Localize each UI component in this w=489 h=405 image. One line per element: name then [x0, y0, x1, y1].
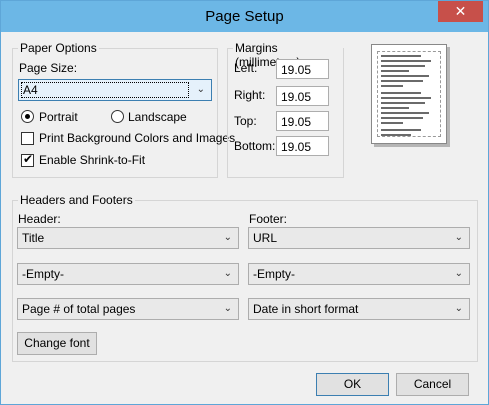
preview-text-line — [381, 92, 421, 94]
margin-left-label: Left: — [234, 61, 258, 75]
shrink-to-fit-checkbox[interactable]: ✔ — [21, 152, 34, 167]
footer-2-value: -Empty- — [253, 267, 295, 281]
preview-text-line — [381, 122, 403, 124]
radio-selected-dot — [25, 114, 30, 119]
chevron-down-icon: ⌄ — [454, 268, 463, 279]
headers-footers-label: Headers and Footers — [18, 193, 135, 207]
margin-bottom-input[interactable]: 19.05 — [276, 136, 329, 156]
page-size-select[interactable]: A4 ⌄ — [18, 79, 212, 101]
page-preview — [371, 44, 447, 144]
preview-text-line — [381, 60, 431, 62]
header-label: Header: — [18, 212, 61, 226]
ok-button[interactable]: OK — [316, 373, 389, 396]
page-size-label: Page Size: — [19, 61, 78, 75]
chevron-down-icon: ⌄ — [223, 303, 232, 314]
preview-text-line — [381, 134, 411, 136]
footer-select-1[interactable]: URL ⌄ — [248, 227, 470, 249]
print-background-label[interactable]: Print Background Colors and Images — [39, 131, 235, 145]
header-select-1[interactable]: Title ⌄ — [17, 227, 239, 249]
paper-options-label: Paper Options — [18, 41, 99, 55]
footer-3-value: Date in short format — [253, 302, 359, 316]
margin-top-label: Top: — [234, 114, 257, 128]
dialog-title: Page Setup — [205, 8, 284, 25]
chevron-down-icon: ⌄ — [454, 303, 463, 314]
preview-text-line — [381, 112, 429, 114]
margin-right-label: Right: — [234, 88, 266, 102]
title-bar: Page Setup ✕ — [1, 1, 488, 32]
change-font-button[interactable]: Change font — [17, 332, 97, 355]
chevron-down-icon: ⌄ — [454, 232, 463, 243]
shrink-to-fit-label[interactable]: Enable Shrink-to-Fit — [39, 153, 145, 167]
preview-text-line — [381, 97, 431, 99]
margin-left-input[interactable]: 19.05 — [276, 59, 329, 79]
margin-right-input[interactable]: 19.05 — [276, 86, 329, 106]
portrait-label[interactable]: Portrait — [39, 110, 78, 124]
preview-text-line — [381, 80, 423, 82]
footer-1-value: URL — [253, 231, 278, 245]
landscape-radio[interactable] — [111, 110, 124, 123]
portrait-radio[interactable] — [21, 110, 34, 123]
checkmark-icon: ✔ — [23, 152, 34, 166]
preview-text-line — [381, 107, 409, 109]
close-button[interactable]: ✕ — [438, 1, 483, 22]
preview-text-line — [381, 55, 421, 57]
page-setup-dialog: Page Setup ✕ Paper Options Page Size: A4… — [0, 0, 489, 405]
footer-select-3[interactable]: Date in short format ⌄ — [248, 298, 470, 320]
header-select-2[interactable]: -Empty- ⌄ — [17, 263, 239, 285]
chevron-down-icon: ⌄ — [223, 232, 232, 243]
landscape-label[interactable]: Landscape — [128, 110, 187, 124]
preview-text-line — [381, 65, 425, 67]
footer-label: Footer: — [249, 212, 288, 226]
header-select-3[interactable]: Page # of total pages ⌄ — [17, 298, 239, 320]
chevron-down-icon: ⌄ — [223, 268, 232, 279]
header-2-value: -Empty- — [22, 267, 64, 281]
preview-text-line — [381, 129, 421, 131]
margin-top-input[interactable]: 19.05 — [276, 111, 329, 131]
preview-text-line — [381, 102, 425, 104]
margin-bottom-label: Bottom: — [234, 139, 276, 153]
header-1-value: Title — [22, 231, 45, 245]
chevron-down-icon: ⌄ — [196, 84, 205, 95]
print-background-checkbox[interactable] — [21, 132, 34, 145]
focus-ring — [21, 82, 189, 98]
footer-select-2[interactable]: -Empty- ⌄ — [248, 263, 470, 285]
preview-text-line — [381, 117, 423, 119]
preview-text-line — [381, 75, 429, 77]
cancel-button[interactable]: Cancel — [396, 373, 469, 396]
header-3-value: Page # of total pages — [22, 302, 136, 316]
preview-text-line — [381, 85, 403, 87]
preview-text-line — [381, 70, 409, 72]
preview-margin-outline — [377, 51, 441, 137]
